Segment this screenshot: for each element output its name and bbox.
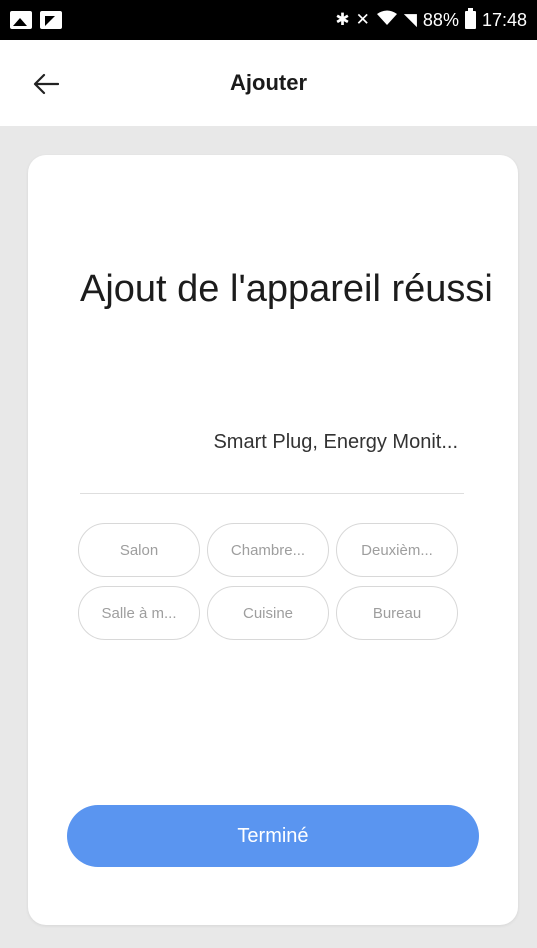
clock: 17:48 xyxy=(481,9,527,30)
device-name: Smart Plug, Energy Monit... xyxy=(213,431,458,453)
status-right: ✱ ✕ ◥ 88% 17:48 xyxy=(335,8,527,31)
divider xyxy=(80,493,464,494)
status-bar: ✱ ✕ ◥ 88% 17:48 xyxy=(0,0,537,40)
done-button[interactable]: Terminé xyxy=(67,805,479,867)
battery-icon xyxy=(464,8,476,29)
bluetooth-icon: ✱ xyxy=(335,10,350,29)
back-button[interactable] xyxy=(28,68,64,100)
gallery-icon xyxy=(10,11,32,29)
room-chip-salle-a-manger[interactable]: Salle à m... xyxy=(78,586,200,640)
room-chip-cuisine[interactable]: Cuisine xyxy=(207,586,329,640)
room-chip-bureau[interactable]: Bureau xyxy=(336,586,458,640)
arrow-left-icon xyxy=(33,73,59,95)
room-chip-salon[interactable]: Salon xyxy=(78,523,200,577)
room-chips: Salon Chambre... Deuxièm... Salle à m...… xyxy=(78,523,462,640)
page-title: Ajouter xyxy=(230,70,307,95)
app-bar: Ajouter xyxy=(0,40,537,126)
room-chip-deuxieme[interactable]: Deuxièm... xyxy=(336,523,458,577)
room-chip-chambre[interactable]: Chambre... xyxy=(207,523,329,577)
status-left xyxy=(10,11,62,29)
signal-icon: ◥ xyxy=(403,10,417,29)
battery-percent: 88% xyxy=(422,9,459,30)
mute-icon: ✕ xyxy=(355,10,370,29)
flipboard-icon xyxy=(40,11,62,29)
wifi-icon xyxy=(376,10,398,31)
success-card: Ajout de l'appareil réussi Smart Plug, E… xyxy=(28,155,518,925)
success-heading: Ajout de l'appareil réussi xyxy=(80,268,493,310)
